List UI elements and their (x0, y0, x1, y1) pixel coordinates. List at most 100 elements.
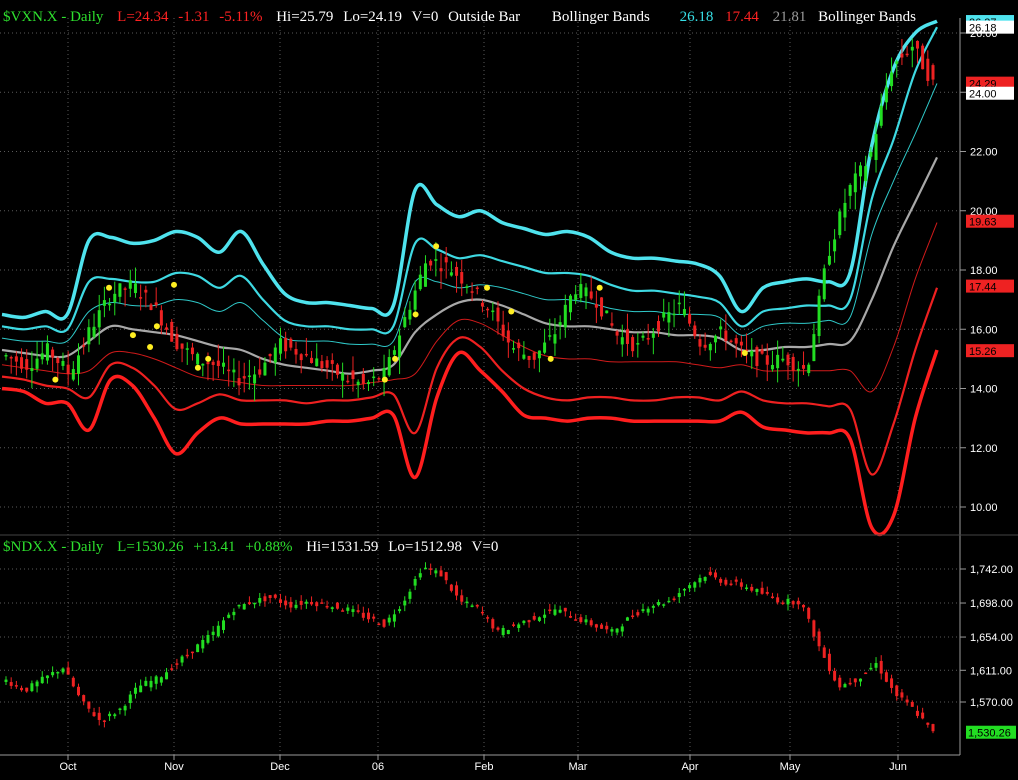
ndx-candle-body (423, 567, 427, 570)
vxn-candle-body (491, 310, 495, 313)
ndx-candle-body (92, 712, 96, 717)
vxn-candle-body (9, 357, 13, 359)
vxn-candle-body (708, 343, 712, 351)
chart-canvas: 26.0024.0022.0020.0018.0016.0014.0012.00… (0, 0, 1018, 775)
ndx-candle-body (926, 722, 930, 725)
vxn-candle-body (843, 202, 847, 218)
ndx-candle-body (444, 572, 448, 581)
ndx-candle-body (144, 680, 148, 686)
ndx-candle-body (418, 573, 422, 578)
vxn-candle-body (216, 360, 220, 366)
vxn-candle-body (765, 355, 769, 365)
vxn-candle-body (589, 291, 593, 299)
ndx-candle-body (387, 617, 391, 623)
ndx-candle-body (367, 612, 371, 620)
signal-marker (484, 284, 491, 291)
vxn-symbol: $VXN.X - Daily (3, 9, 104, 25)
ndx-candle-body (398, 609, 402, 612)
ndx-candle-body (460, 595, 464, 602)
ndx-candle-body (449, 584, 453, 591)
date-tick-label: Apr (681, 761, 698, 773)
ndx-change: +13.41 (193, 539, 235, 555)
ndx-volume: V=0 (472, 539, 499, 555)
ndx-candle-body (745, 587, 749, 590)
vxn-candle-body (294, 348, 298, 355)
vxn-candle-body (869, 151, 873, 157)
price-badge-label: 24.00 (969, 89, 997, 101)
vxn-candle-body (289, 338, 293, 348)
vxn-candle-body (170, 321, 174, 342)
vxn-candle-body (273, 347, 277, 363)
ndx-candle-body (563, 607, 567, 612)
ndx-candle-body (263, 596, 267, 602)
ndx-candle-body (791, 601, 795, 605)
ndx-candle-body (149, 680, 153, 688)
vxn-candle-body (905, 53, 909, 56)
ndx-candle-body (289, 601, 293, 608)
ndx-candle-body (9, 682, 13, 686)
vxn-candle-body (439, 268, 443, 272)
vxn-candle-body (864, 166, 868, 182)
vxn-candle-body (636, 343, 640, 345)
ndx-candle-body (356, 610, 360, 612)
vxn-high: Hi=25.79 (276, 9, 333, 25)
ndx-candle-body (708, 571, 712, 575)
vxn-candle-body (82, 345, 86, 347)
ndx-symbol: $NDX.X - Daily (3, 539, 104, 555)
vxn-change: -1.31 (178, 9, 209, 25)
vxn-candle-body (408, 309, 412, 320)
ndx-candle-body (615, 628, 619, 633)
vxn-candle-body (139, 297, 143, 299)
ndx-candle-body (294, 604, 298, 608)
chart-background (0, 0, 1018, 775)
ndx-candle-body (377, 623, 381, 626)
ndx-candle-body (558, 609, 562, 613)
ndx-candle-body (45, 675, 49, 679)
price-badge-label: 1,530.26 (968, 728, 1011, 740)
vxn-candle-body (325, 360, 329, 368)
vxn-candle-body (190, 347, 194, 355)
ndx-percent: +0.88% (245, 539, 292, 555)
ndx-candle-body (864, 672, 868, 675)
ndx-candle-body (341, 610, 345, 612)
vxn-candle-body (77, 355, 81, 374)
ndx-candle-body (770, 596, 774, 599)
vxn-candle-body (781, 358, 785, 361)
ndx-candle-body (77, 686, 81, 696)
axis-tick-label: 1,742.00 (970, 564, 1013, 576)
signal-marker (129, 332, 136, 339)
vxn-candle-body (848, 184, 852, 196)
vxn-candle-body (858, 165, 862, 177)
signal-marker (547, 355, 554, 362)
vxn-candle-body (527, 355, 531, 361)
vxn-candle-body (900, 53, 904, 58)
vxn-candle-body (853, 173, 857, 193)
bollinger-mid-value: 21.81 (773, 9, 807, 25)
ndx-candle-body (812, 620, 816, 637)
vxn-candle-body (45, 343, 49, 361)
ndx-candle-body (662, 604, 666, 606)
vxn-candle-body (713, 335, 717, 343)
vxn-candle-body (879, 105, 883, 126)
vxn-candle-body (154, 302, 158, 306)
ndx-candle-body (361, 612, 365, 618)
vxn-candle-body (25, 359, 29, 370)
vxn-candle-body (760, 349, 764, 354)
signal-marker (205, 355, 212, 362)
ndx-candle-body (118, 708, 122, 711)
ndx-candle-body (574, 619, 578, 621)
ndx-candle-body (879, 660, 883, 674)
vxn-candle-body (165, 327, 169, 330)
vxn-candle-body (610, 323, 614, 326)
ndx-candle-body (698, 577, 702, 583)
vxn-candle-body (657, 321, 661, 332)
ndx-candle-body (320, 602, 324, 604)
vxn-candle-body (455, 266, 459, 276)
ndx-candle-body (729, 583, 733, 586)
vxn-candle-body (651, 333, 655, 338)
vxn-candle-body (185, 348, 189, 350)
ndx-candle-body (304, 601, 308, 604)
axis-tick-label: 1,654.00 (970, 632, 1013, 644)
ndx-candle-body (82, 695, 86, 702)
vxn-candle-body (698, 339, 702, 347)
